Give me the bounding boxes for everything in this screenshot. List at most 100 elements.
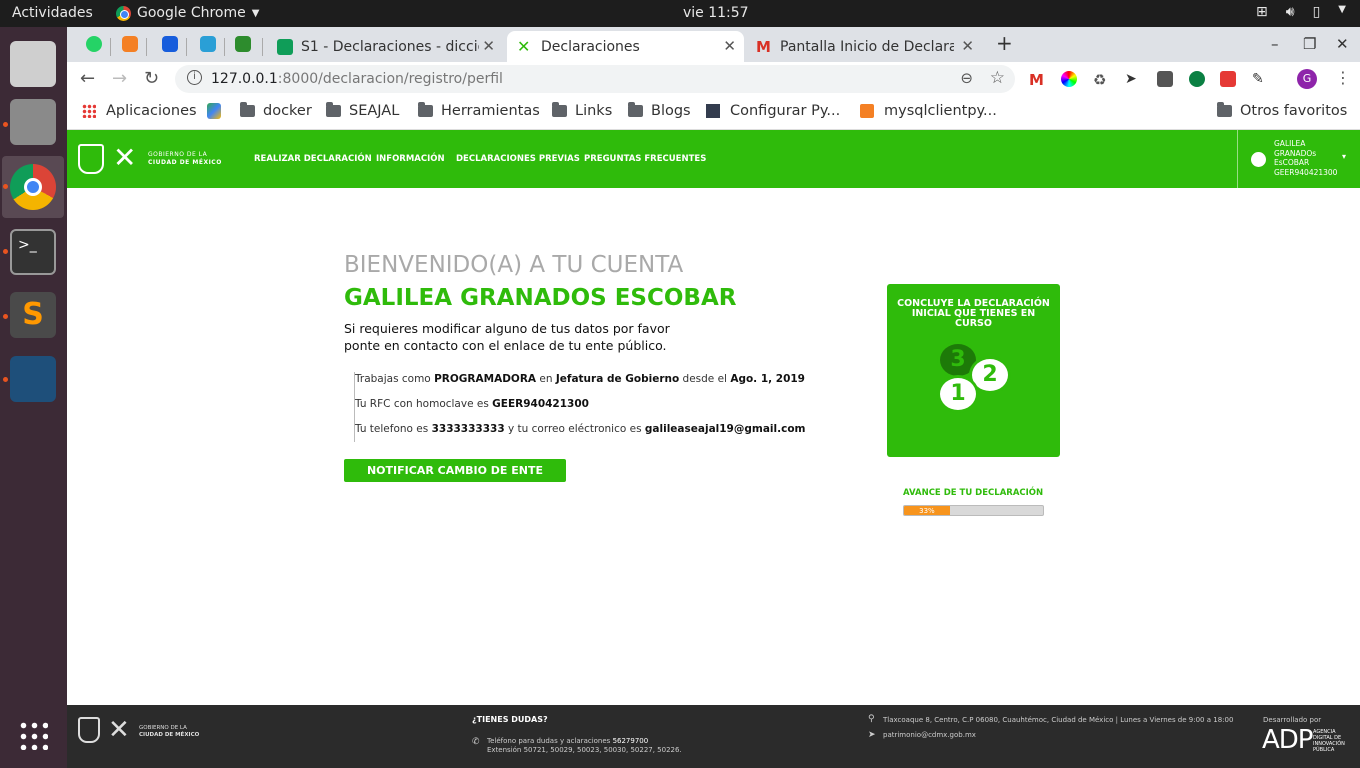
info-icon[interactable]: i xyxy=(187,70,202,85)
bookmark-configurar-py[interactable]: Configurar Py... xyxy=(706,103,840,119)
rfc-info: Tu RFC con homoclave es GEER940421300 xyxy=(355,398,589,410)
gov-logo-text[interactable]: GOBIERNO DE LA CIUDAD DE MÉXICO xyxy=(148,151,222,167)
nav-realizar-declaracion[interactable]: REALIZAR DECLARACIÓN xyxy=(254,154,372,164)
tab-separator xyxy=(110,38,111,56)
nav-informacion[interactable]: INFORMACIÓN xyxy=(376,154,445,164)
send-icon: ➤ xyxy=(868,730,876,740)
menu-kebab-icon[interactable]: ⋮ xyxy=(1335,68,1351,87)
adp-logo[interactable]: ADP xyxy=(1262,725,1313,755)
chevron-down-icon: ▾ xyxy=(1342,152,1347,161)
job-info: Trabajas como PROGRAMADORA en Jefatura d… xyxy=(355,373,805,385)
battery-icon: ▯ xyxy=(1312,4,1321,20)
cdmx-logo-icon[interactable]: ✕ xyxy=(113,143,136,173)
bookmark-links[interactable]: Links xyxy=(552,102,612,119)
show-apps-icon[interactable] xyxy=(18,720,48,750)
notify-change-button[interactable]: NOTIFICAR CAMBIO DE ENTE PÚBLICO xyxy=(344,459,566,500)
forward-icon[interactable]: → xyxy=(112,68,127,89)
contact-info: Tu telefono es 3333333333 y tu correo el… xyxy=(355,423,806,435)
system-tray[interactable]: ⊞ 🔊︎ ▯ ▼ xyxy=(1256,4,1346,20)
bookmark-otros-favoritos[interactable]: Otros favoritos xyxy=(1217,102,1347,119)
timer-extension-icon[interactable] xyxy=(1189,71,1205,87)
nav-declaraciones-previas[interactable]: DECLARACIONES PREVIAS xyxy=(456,154,580,164)
developed-by: Desarrollado por xyxy=(1263,716,1322,724)
mysql-workbench-app-icon[interactable] xyxy=(10,356,56,402)
cta-text: CONCLUYE LA DECLARACIÓN INICIAL QUE TIEN… xyxy=(897,298,1050,329)
tab-separator xyxy=(262,38,263,56)
site-icon xyxy=(706,104,720,118)
new-tab-icon[interactable]: + xyxy=(996,31,1013,55)
back-icon[interactable]: ← xyxy=(80,68,95,89)
location-pin-icon: ⚲ xyxy=(868,714,875,724)
tab-declaraciones[interactable]: ✕ Declaraciones ✕ xyxy=(507,31,744,62)
minimize-icon[interactable]: – xyxy=(1271,35,1279,53)
tab-separator xyxy=(224,38,225,56)
color-extension-icon[interactable] xyxy=(1061,71,1077,87)
close-window-icon[interactable]: ✕ xyxy=(1336,35,1349,53)
tab-pantalla-inicio[interactable]: M Pantalla Inicio de Declara ✕ xyxy=(746,31,982,62)
tab-s1-declaraciones[interactable]: S1 - Declaraciones - diccio ✕ xyxy=(267,31,503,62)
bookmark-star-icon[interactable]: ☆ xyxy=(990,68,1005,88)
continue-declaration-card[interactable]: CONCLUYE LA DECLARACIÓN INICIAL QUE TIEN… xyxy=(887,284,1060,457)
files-app-icon[interactable] xyxy=(10,99,56,145)
bitwarden-tab-icon[interactable] xyxy=(162,36,178,52)
bookmark-blogs[interactable]: Blogs xyxy=(628,102,691,119)
terminal-app-icon[interactable]: >_ xyxy=(10,229,56,275)
volume-icon: 🔊︎ xyxy=(1285,4,1295,20)
doubts-title: ¿TIENES DUDAS? xyxy=(472,715,548,724)
reload-icon[interactable]: ↻ xyxy=(144,68,159,89)
activities-button[interactable]: Actividades xyxy=(12,5,93,21)
cdmx-shield-icon[interactable] xyxy=(78,144,104,174)
bookmark-seajal[interactable]: SEAJAL xyxy=(326,102,399,119)
bookmark-mysqlclientpy[interactable]: mysqlclientpy... xyxy=(860,103,997,119)
url-text[interactable]: 127.0.0.1:8000/declaracion/registro/perf… xyxy=(211,71,503,87)
bookmark-herramientas[interactable]: Herramientas xyxy=(418,102,540,119)
stackoverflow-tab-icon[interactable] xyxy=(122,36,138,52)
camera-app-icon[interactable] xyxy=(10,41,56,87)
os-top-bar: Actividades Google Chrome ▼ vie 11:57 ⊞ … xyxy=(0,0,1360,27)
sublime-app-icon[interactable]: S xyxy=(10,292,56,338)
intro-text: Si requieres modificar alguno de tus dat… xyxy=(344,321,670,353)
tab-separator xyxy=(146,38,147,56)
chrome-center-icon xyxy=(24,178,42,196)
progress-fill: 33% xyxy=(904,506,950,515)
cdmx-shield-icon xyxy=(78,717,100,743)
user-menu[interactable]: GALILEA GRANADOs EsCOBAR GEER940421300 ▾ xyxy=(1237,130,1360,188)
address-bar[interactable]: i 127.0.0.1:8000/declaracion/registro/pe… xyxy=(175,65,1015,93)
contact-email[interactable]: patrimonio@cdmx.gob.mx xyxy=(883,731,976,740)
gmail-extension-icon[interactable]: M xyxy=(1029,71,1045,89)
close-icon[interactable]: ✕ xyxy=(482,37,495,55)
site-footer: ✕ GOBIERNO DE LA CIUDAD DE MÉXICO ¿TIENE… xyxy=(67,705,1360,768)
cursor-extension-icon[interactable]: ➤ xyxy=(1125,71,1141,87)
folder-icon xyxy=(552,102,567,117)
user-circle-icon xyxy=(1251,152,1266,167)
zoom-icon[interactable]: ⊖ xyxy=(960,69,973,87)
tab-title: Declaraciones xyxy=(541,38,640,55)
json-tab-icon[interactable] xyxy=(235,36,251,52)
browser-tab-strip: S1 - Declaraciones - diccio ✕ ✕ Declarac… xyxy=(67,27,1360,62)
running-indicator xyxy=(3,249,8,254)
footer-logo-text: GOBIERNO DE LA CIUDAD DE MÉXICO xyxy=(139,725,200,738)
welcome-heading: BIENVENIDO(A) A TU CUENTA xyxy=(344,252,684,278)
eyedropper-extension-icon[interactable]: ✎ xyxy=(1252,71,1268,87)
running-indicator xyxy=(3,314,8,319)
bulb-extension-icon[interactable] xyxy=(1157,71,1173,87)
s-tab-icon[interactable] xyxy=(200,36,216,52)
pdf-extension-icon[interactable] xyxy=(1220,71,1236,87)
recycle-extension-icon[interactable]: ♻ xyxy=(1093,71,1109,89)
close-icon[interactable]: ✕ xyxy=(723,37,736,55)
app-name: Google Chrome xyxy=(137,5,246,21)
progress-label: AVANCE DE TU DECLARACIÓN xyxy=(903,488,1044,498)
bookmark-maps[interactable] xyxy=(207,103,221,119)
nav-preguntas-frecuentes[interactable]: PREGUNTAS FRECUENTES xyxy=(584,154,706,164)
chrome-app-icon[interactable] xyxy=(10,164,56,210)
app-menu[interactable]: Google Chrome ▼ xyxy=(116,5,259,21)
bookmark-aplicaciones[interactable]: Aplicaciones xyxy=(82,103,197,119)
profile-avatar[interactable]: G xyxy=(1297,69,1317,89)
whatsapp-tab-icon[interactable] xyxy=(86,36,102,52)
maximize-icon[interactable]: ❐ xyxy=(1303,35,1316,53)
bookmarks-bar: Aplicaciones docker SEAJAL Herramientas … xyxy=(67,96,1360,130)
close-icon[interactable]: ✕ xyxy=(961,37,974,55)
clock[interactable]: vie 11:57 xyxy=(683,5,749,21)
running-indicator xyxy=(3,184,8,189)
bookmark-docker[interactable]: docker xyxy=(240,102,312,119)
